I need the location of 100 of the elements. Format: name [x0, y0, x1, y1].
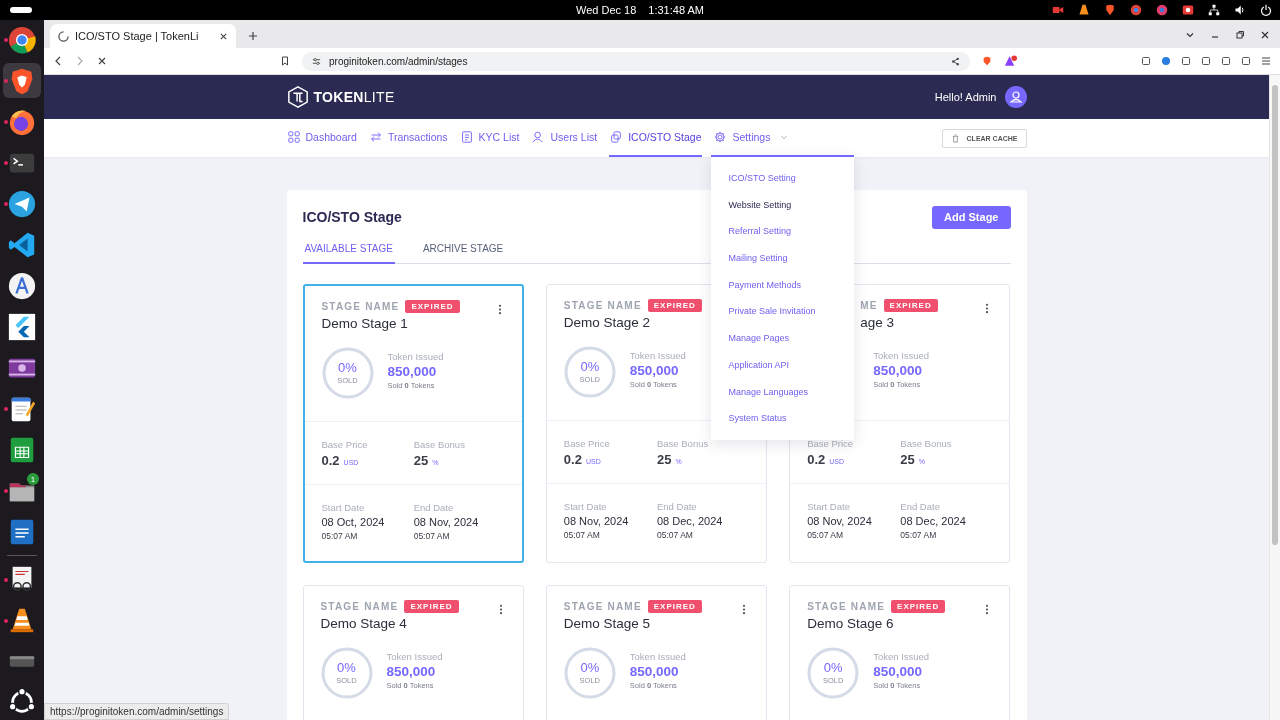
stage-name: Demo Stage 2 [563, 315, 652, 330]
more-options-icon[interactable] [498, 604, 503, 615]
restore-icon[interactable] [1235, 30, 1245, 40]
power-icon[interactable] [1260, 4, 1272, 16]
page-title: ICO/STO Stage [302, 209, 402, 225]
round-icon[interactable] [1161, 56, 1171, 66]
bookmark-icon[interactable] [280, 56, 290, 66]
logo-icon[interactable] [286, 86, 309, 108]
menu-item[interactable]: ICO/STO Setting [711, 165, 855, 192]
menu-item[interactable]: Mailing Setting [711, 245, 855, 272]
close-icon[interactable] [1260, 30, 1270, 40]
share-icon[interactable] [951, 56, 960, 66]
status-badge: EXPIRED [891, 600, 946, 613]
start-date-label: Start Date [321, 502, 366, 513]
triangle-icon[interactable] [1004, 55, 1017, 67]
start-time: 05:07 AM [563, 530, 601, 540]
add-stage-button[interactable]: Add Stage [932, 205, 1011, 229]
menu-item[interactable]: System Status [711, 405, 855, 432]
end-date-label: End Date [413, 502, 455, 513]
stage-name: Demo Stage 5 [563, 616, 652, 631]
stop-icon[interactable] [97, 56, 107, 66]
nav-link[interactable]: Transactions [368, 119, 449, 157]
progress-ring [563, 647, 616, 699]
network-icon[interactable] [1208, 4, 1220, 16]
more-options-icon[interactable] [497, 304, 502, 315]
stage-name: age 3 [860, 315, 895, 330]
chevron-down-icon[interactable] [1185, 30, 1195, 40]
nav-link[interactable]: Settings [713, 119, 790, 157]
token-issued-label: Token Issued [387, 351, 444, 362]
more-options-icon[interactable] [985, 604, 990, 615]
coins-icon [610, 131, 623, 143]
end-date-label: End Date [900, 501, 941, 512]
end-date: 08 Nov, 2024 [413, 516, 480, 528]
shield-icon[interactable] [1104, 4, 1116, 16]
count-badge: 1 [27, 473, 39, 485]
paper-plane-icon[interactable] [7, 188, 37, 219]
percent-sold: 0% [338, 361, 357, 376]
workspace-indicator[interactable] [10, 7, 32, 13]
nav-link[interactable]: KYC List [459, 119, 521, 157]
start-date-label: Start Date [807, 501, 851, 512]
nav-link[interactable]: Users List [531, 119, 599, 157]
menu-item[interactable]: Application API [711, 351, 855, 379]
logo-text[interactable]: TOKENLITE [313, 89, 395, 105]
end-date-label: End Date [657, 501, 698, 512]
stage-tab[interactable]: ARCHIVE STAGE [420, 234, 506, 264]
trash-icon [950, 133, 960, 143]
avatar-icon[interactable] [1004, 86, 1027, 108]
base-bonus: 25 [657, 452, 672, 467]
square-icon[interactable] [1141, 56, 1151, 66]
back-icon[interactable] [53, 56, 63, 66]
more-options-icon[interactable] [742, 604, 747, 615]
end-date: 08 Dec, 2024 [657, 515, 724, 527]
base-bonus-label: Base Bonus [657, 438, 710, 449]
address-bar[interactable]: proginitoken.com/admin/stages [302, 51, 970, 71]
menu-item[interactable]: Referral Setting [711, 218, 855, 246]
start-date: 08 Nov, 2024 [563, 515, 630, 527]
menu-item[interactable]: Website Setting [711, 191, 855, 219]
end-time: 05:07 AM [413, 531, 451, 541]
list-icon [460, 131, 473, 143]
site-settings-icon[interactable] [312, 56, 321, 66]
shield-icon[interactable] [982, 56, 992, 66]
status-badge: EXPIRED [883, 299, 938, 312]
scrollbar[interactable] [1272, 85, 1278, 545]
start-date: 08 Oct, 2024 [321, 516, 386, 528]
record-icon[interactable] [1182, 4, 1194, 16]
nav-link[interactable]: Dashboard [286, 119, 358, 157]
end-time: 05:07 AM [657, 530, 694, 540]
menu-icon[interactable] [1261, 56, 1271, 66]
plus-icon[interactable] [248, 31, 258, 41]
link-preview: https://proginitoken.com/admin/settings [44, 703, 230, 720]
menu-item[interactable]: Manage Pages [711, 325, 855, 352]
menu-item[interactable]: Private Sale Invitation [711, 298, 855, 326]
stage-name-label: STAGE NAME [563, 300, 642, 311]
token-amount: 850,000 [873, 664, 923, 679]
base-price: 0.2 [807, 452, 826, 467]
stage-tab[interactable]: AVAILABLE STAGE [302, 234, 395, 264]
traffic-cone-icon[interactable] [1078, 4, 1090, 16]
camera-icon[interactable] [1052, 4, 1064, 16]
time: 1:31:48 AM [648, 4, 704, 16]
start-time: 05:07 AM [321, 531, 359, 541]
compass-icon[interactable] [7, 270, 37, 301]
url-text: proginitoken.com/admin/stages [329, 55, 469, 67]
more-options-icon[interactable] [985, 303, 990, 314]
base-price-label: Base Price [807, 438, 855, 449]
token-amount: 850,000 [873, 363, 923, 378]
stage-name-label: STAGE NAME [320, 601, 399, 612]
token-amount: 850,000 [629, 664, 680, 679]
tab-title: ICO/STO Stage | TokenLi [75, 30, 200, 42]
status-badge: EXPIRED [647, 299, 702, 312]
token-issued-label: Token Issued [386, 651, 443, 662]
stage-name: Demo Stage 1 [321, 316, 409, 331]
wing-icon[interactable] [7, 311, 37, 342]
menu-item[interactable]: Payment Methods [711, 271, 855, 299]
token-amount: 850,000 [387, 364, 438, 379]
nav-link[interactable]: ICO/STO Stage [609, 119, 703, 157]
speaker-icon[interactable] [1234, 4, 1246, 16]
browser-tab[interactable]: ICO/STO Stage | TokenLi [50, 24, 236, 48]
menu-item[interactable]: Manage Languages [711, 378, 855, 406]
close-icon[interactable] [219, 31, 228, 41]
round-browser-icon[interactable] [7, 24, 37, 55]
